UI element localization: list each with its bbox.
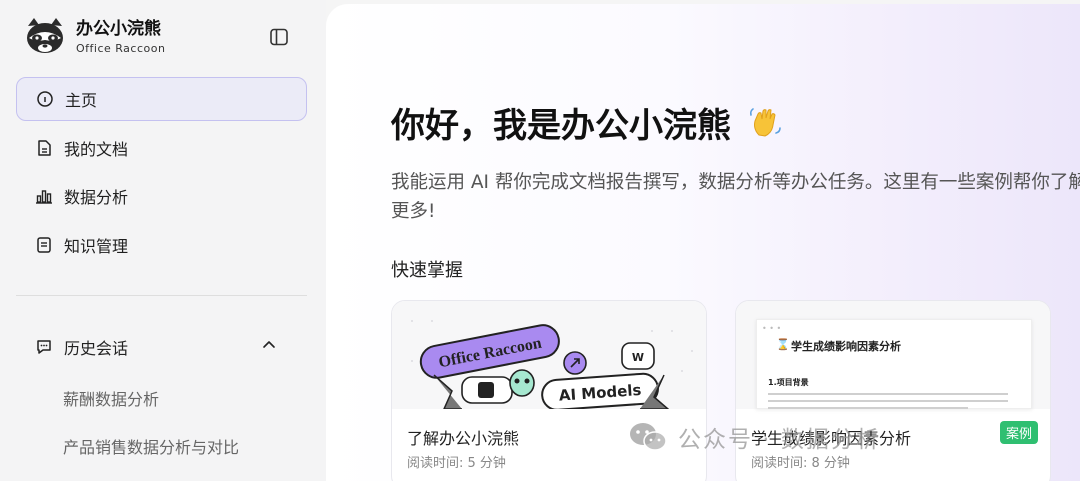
nav-item-knowledge[interactable]: 知识管理 xyxy=(16,223,307,267)
history-label: 历史会话 xyxy=(64,339,129,358)
nav-item-label: 知识管理 xyxy=(64,236,129,256)
window-dots-icon: • • • xyxy=(762,324,782,333)
hourglass-icon: ⌛ xyxy=(776,338,790,351)
card-read-time: 阅读时间: 5 分钟 xyxy=(407,456,506,471)
doc-preview-line xyxy=(768,400,1008,402)
divider xyxy=(16,295,307,296)
card-read-time: 阅读时间: 8 分钟 xyxy=(751,456,850,471)
nav-item-label: 数据分析 xyxy=(64,188,129,207)
chevron-up-icon xyxy=(263,341,275,348)
nav-item-home[interactable]: 主页 xyxy=(16,77,307,121)
waving-hand-icon xyxy=(749,107,781,137)
svg-text:W: W xyxy=(632,351,644,364)
nav-item-label: 主页 xyxy=(65,91,98,110)
home-icon xyxy=(35,89,55,109)
watermark: 公众号 · 数据分析 xyxy=(628,420,881,454)
wechat-icon xyxy=(630,423,667,451)
card-title: 了解办公小浣熊 xyxy=(407,429,520,448)
history-item[interactable]: 薪酬数据分析 xyxy=(63,386,159,410)
nav-item-data-analysis[interactable]: 数据分析 xyxy=(16,174,307,218)
greeting-text: 你好，我是办公小浣熊 xyxy=(391,106,731,146)
doc-preview-line xyxy=(768,393,1008,395)
raccoon-logo-icon xyxy=(27,18,63,53)
case-badge: 案例 xyxy=(999,421,1038,444)
doc-preview-heading: 1.项目背景 xyxy=(768,378,809,387)
bar-chart-icon xyxy=(34,186,54,206)
watermark-text: 公众号 · 数据分析 xyxy=(678,427,881,453)
quick-start-title: 快速掌握 xyxy=(391,260,463,281)
intro-text: 我能运用 AI 帮你完成文档报告撰写，数据分析等办公任务。这里有一些案例帮你了解… xyxy=(391,172,1080,222)
knowledge-icon xyxy=(34,235,54,255)
history-item[interactable]: 产品销售数据分析与对比 xyxy=(63,434,239,458)
nav-item-label: 我的文档 xyxy=(64,139,129,159)
sidebar: 办公小浣熊 Office Raccoon 主页 我的文档 数据分析 知识管理 历… xyxy=(0,0,326,481)
sidebar-toggle-icon xyxy=(270,28,288,46)
nav-item-documents[interactable]: 我的文档 xyxy=(16,126,307,170)
brand[interactable]: 办公小浣熊 Office Raccoon xyxy=(24,16,165,56)
report-thumbnail: • • • ⌛ 学生成绩影响因素分析 1.项目背景 xyxy=(736,301,1050,409)
document-icon xyxy=(34,138,54,158)
sidebar-toggle-button[interactable] xyxy=(268,26,290,48)
document-preview xyxy=(756,319,1032,409)
brand-subtitle: Office Raccoon xyxy=(76,41,166,55)
brand-title: 办公小浣熊 xyxy=(76,18,161,39)
office-raccoon-thumbnail: Office Raccoon W AI Models xyxy=(392,301,706,409)
history-toggle[interactable]: 历史会话 xyxy=(16,325,307,369)
doc-preview-title: 学生成绩影响因素分析 xyxy=(791,340,901,353)
chat-history-icon xyxy=(34,337,54,357)
main-nav: 主页 我的文档 数据分析 知识管理 xyxy=(16,77,307,271)
greeting-heading: 你好，我是办公小浣熊 xyxy=(391,98,783,147)
doc-preview-line xyxy=(768,407,968,409)
